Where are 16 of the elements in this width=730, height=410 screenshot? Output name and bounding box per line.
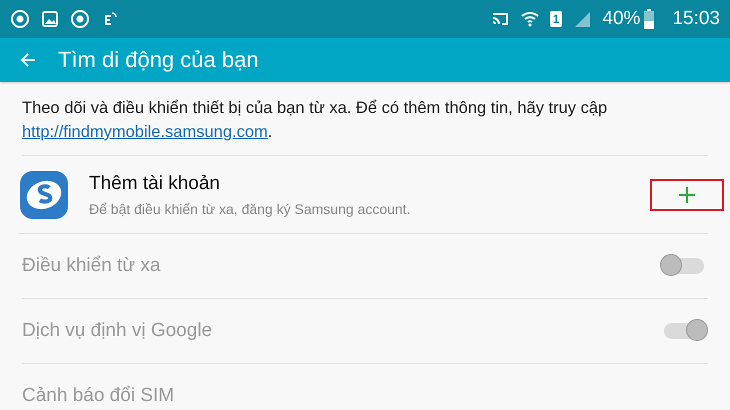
battery-icon: [644, 9, 654, 29]
plus-icon: [677, 184, 697, 204]
clock: 15:03: [672, 8, 720, 30]
website-link[interactable]: http://findmymobile.samsung.com: [22, 123, 268, 141]
wifi-icon: [520, 9, 540, 29]
account-logo-icon: [19, 170, 69, 220]
sim-indicator: 1: [550, 11, 562, 27]
image-icon: [40, 9, 60, 29]
aperture-icon: [10, 9, 30, 29]
aperture-icon: [70, 9, 90, 29]
description-text: Theo dõi và điều khiển thiết bị của bạn từ xa. Để có thêm thông tin, hãy truy cập http://findmymobile.samsung.com.: [22, 82, 708, 156]
add-account-title: Thêm tài khoản: [89, 172, 221, 194]
battery-percent: 40%: [602, 8, 640, 30]
add-account-subtitle: Để bật điều khiển từ xa, đăng ký Samsung account.: [89, 200, 412, 216]
add-button[interactable]: [650, 178, 724, 210]
app-bar-title: Tìm di động của bạn: [58, 47, 259, 73]
